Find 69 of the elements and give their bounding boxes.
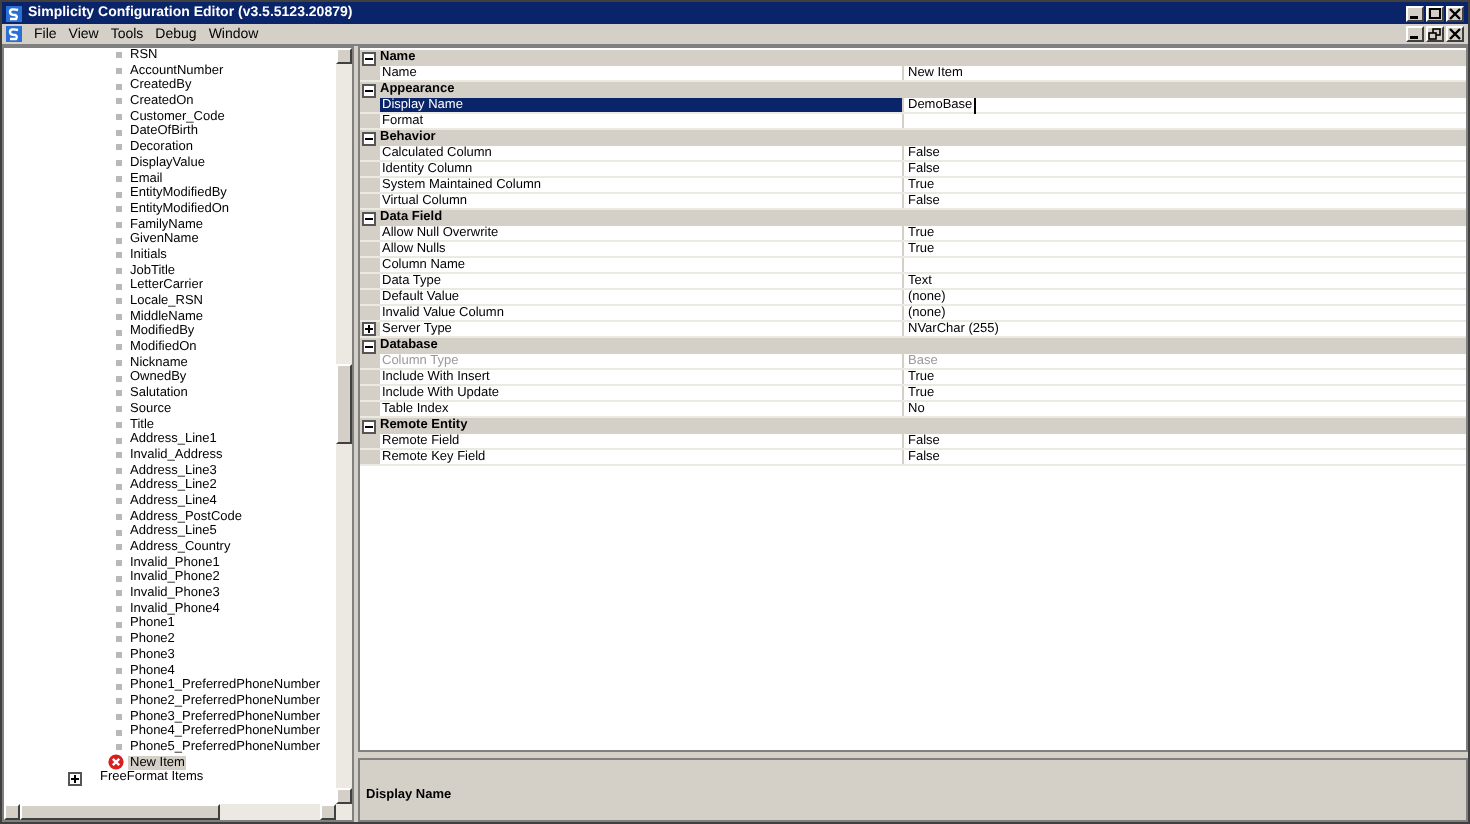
bullet-icon (116, 83, 122, 90)
bullet-icon (116, 636, 122, 643)
bullet-icon (116, 606, 122, 613)
bullet-icon (116, 729, 122, 736)
bullet-icon (116, 191, 122, 198)
bullet-icon (116, 160, 122, 167)
bullet-icon (116, 575, 122, 582)
bullet-icon (116, 406, 122, 413)
bullet-icon (116, 544, 122, 551)
bullet-icon (116, 52, 122, 59)
horizontal-scrollbar[interactable] (4, 804, 352, 820)
restore-button[interactable] (1426, 26, 1444, 42)
collapse-icon[interactable] (362, 339, 376, 353)
bullet-icon (116, 267, 122, 274)
bullet-icon (116, 560, 122, 567)
bullet-icon (116, 298, 122, 305)
collapse-icon[interactable] (362, 83, 376, 97)
bullet-icon (116, 683, 122, 690)
close-icon (1448, 7, 1462, 19)
bullet-icon (116, 698, 122, 705)
bullet-icon (116, 421, 122, 428)
minimize-button[interactable] (1406, 5, 1424, 21)
bullet-icon (116, 621, 122, 628)
bullet-icon (116, 652, 122, 659)
expand-icon[interactable] (362, 322, 376, 336)
bullet-icon (116, 590, 122, 597)
bullet-icon (116, 68, 122, 75)
max-icon (1428, 7, 1442, 19)
bullet-icon (116, 452, 122, 459)
bullet-icon (116, 114, 122, 121)
bullet-icon (116, 221, 122, 228)
app-icon (6, 26, 22, 42)
vertical-scrollbar[interactable] (336, 48, 352, 804)
error-icon (108, 754, 124, 771)
expand-icon[interactable] (68, 771, 82, 786)
bullet-icon (116, 513, 122, 520)
bullet-icon (116, 390, 122, 397)
bullet-icon (116, 498, 122, 505)
bullet-icon (116, 483, 122, 490)
bullet-icon (116, 713, 122, 720)
close-button[interactable] (1446, 5, 1464, 21)
maximize-button[interactable] (1426, 5, 1444, 21)
bullet-icon (116, 344, 122, 351)
restore-icon (1428, 28, 1442, 40)
app-icon (6, 5, 22, 21)
collapse-icon[interactable] (362, 131, 376, 145)
bullet-icon (116, 144, 122, 151)
minimize-button[interactable] (1406, 26, 1424, 42)
bullet-icon (116, 375, 122, 382)
bullet-icon (116, 283, 122, 290)
bullet-icon (116, 314, 122, 321)
bullet-icon (116, 437, 122, 444)
bullet-icon (116, 98, 122, 105)
bullet-icon (116, 744, 122, 751)
close-icon (1448, 28, 1462, 40)
close-button[interactable] (1446, 26, 1464, 42)
collapse-icon[interactable] (362, 211, 376, 225)
bullet-icon (116, 529, 122, 536)
collapse-icon[interactable] (362, 419, 376, 433)
bullet-icon (116, 206, 122, 213)
bullet-icon (116, 237, 122, 244)
bullet-icon (116, 329, 122, 336)
bullet-icon (116, 175, 122, 182)
bullet-icon (116, 252, 122, 259)
collapse-icon[interactable] (362, 51, 376, 65)
bullet-icon (116, 129, 122, 136)
bullet-icon (116, 360, 122, 367)
bullet-icon (116, 667, 122, 674)
bullet-icon (116, 467, 122, 474)
